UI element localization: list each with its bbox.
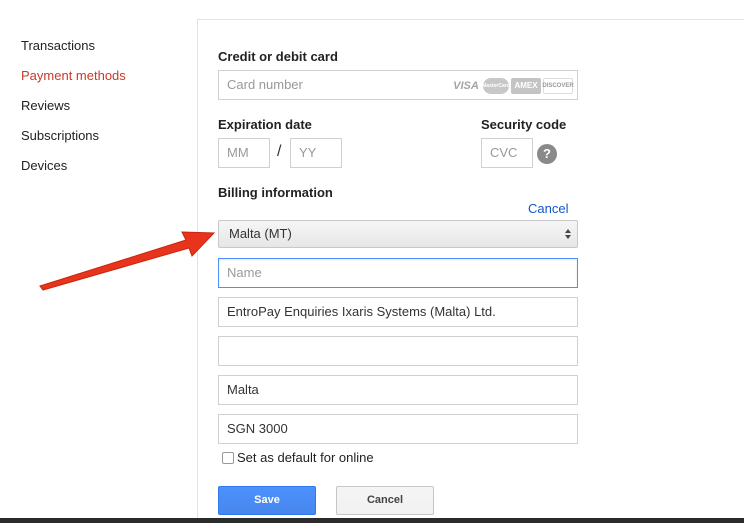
expiration-year-input[interactable]: YY (290, 138, 342, 168)
sidebar-item-payment-methods[interactable]: Payment methods (21, 68, 126, 83)
help-icon[interactable]: ? (537, 144, 557, 164)
country-select-value: Malta (MT) (229, 226, 292, 241)
card-logos: VISA MasterCard AMEX DISCOVER (451, 78, 574, 94)
sidebar-item-reviews[interactable]: Reviews (21, 98, 70, 113)
save-button[interactable]: Save (218, 486, 316, 515)
sidebar-item-transactions[interactable]: Transactions (21, 38, 95, 53)
amex-logo: AMEX (511, 78, 541, 94)
visa-logo: VISA (453, 80, 479, 92)
billing-heading: Billing information (218, 185, 333, 200)
postal-code-input[interactable]: SGN 3000 (218, 414, 578, 444)
cancel-button[interactable]: Cancel (336, 486, 434, 515)
name-input[interactable]: Name (218, 258, 578, 288)
city-input[interactable]: Malta (218, 375, 578, 405)
mastercard-logo: MasterCard (482, 78, 510, 94)
default-checkbox-label: Set as default for online (237, 450, 374, 465)
card-number-placeholder: Card number (227, 77, 303, 92)
card-number-input[interactable]: Card number VISA MasterCard AMEX DISCOVE… (218, 70, 578, 100)
sidebar: Transactions Payment methods Reviews Sub… (0, 0, 197, 523)
address-line1-input[interactable]: EntroPay Enquiries Ixaris Systems (Malta… (218, 297, 578, 327)
expiration-heading: Expiration date (218, 117, 312, 132)
country-select[interactable]: Malta (MT) (218, 220, 578, 248)
address-line2-input[interactable] (218, 336, 578, 366)
bottom-strip (0, 518, 744, 523)
select-arrows-icon (565, 229, 571, 239)
sidebar-item-devices[interactable]: Devices (21, 158, 67, 173)
cvc-input[interactable]: CVC (481, 138, 533, 168)
expiration-separator: / (277, 143, 282, 160)
security-code-heading: Security code (481, 117, 567, 132)
discover-logo: DISCOVER (542, 78, 574, 94)
billing-cancel-link[interactable]: Cancel (528, 201, 568, 216)
expiration-month-input[interactable]: MM (218, 138, 270, 168)
default-checkbox[interactable] (222, 452, 234, 464)
page: Transactions Payment methods Reviews Sub… (0, 0, 744, 523)
card-heading: Credit or debit card (218, 49, 338, 64)
sidebar-item-subscriptions[interactable]: Subscriptions (21, 128, 99, 143)
